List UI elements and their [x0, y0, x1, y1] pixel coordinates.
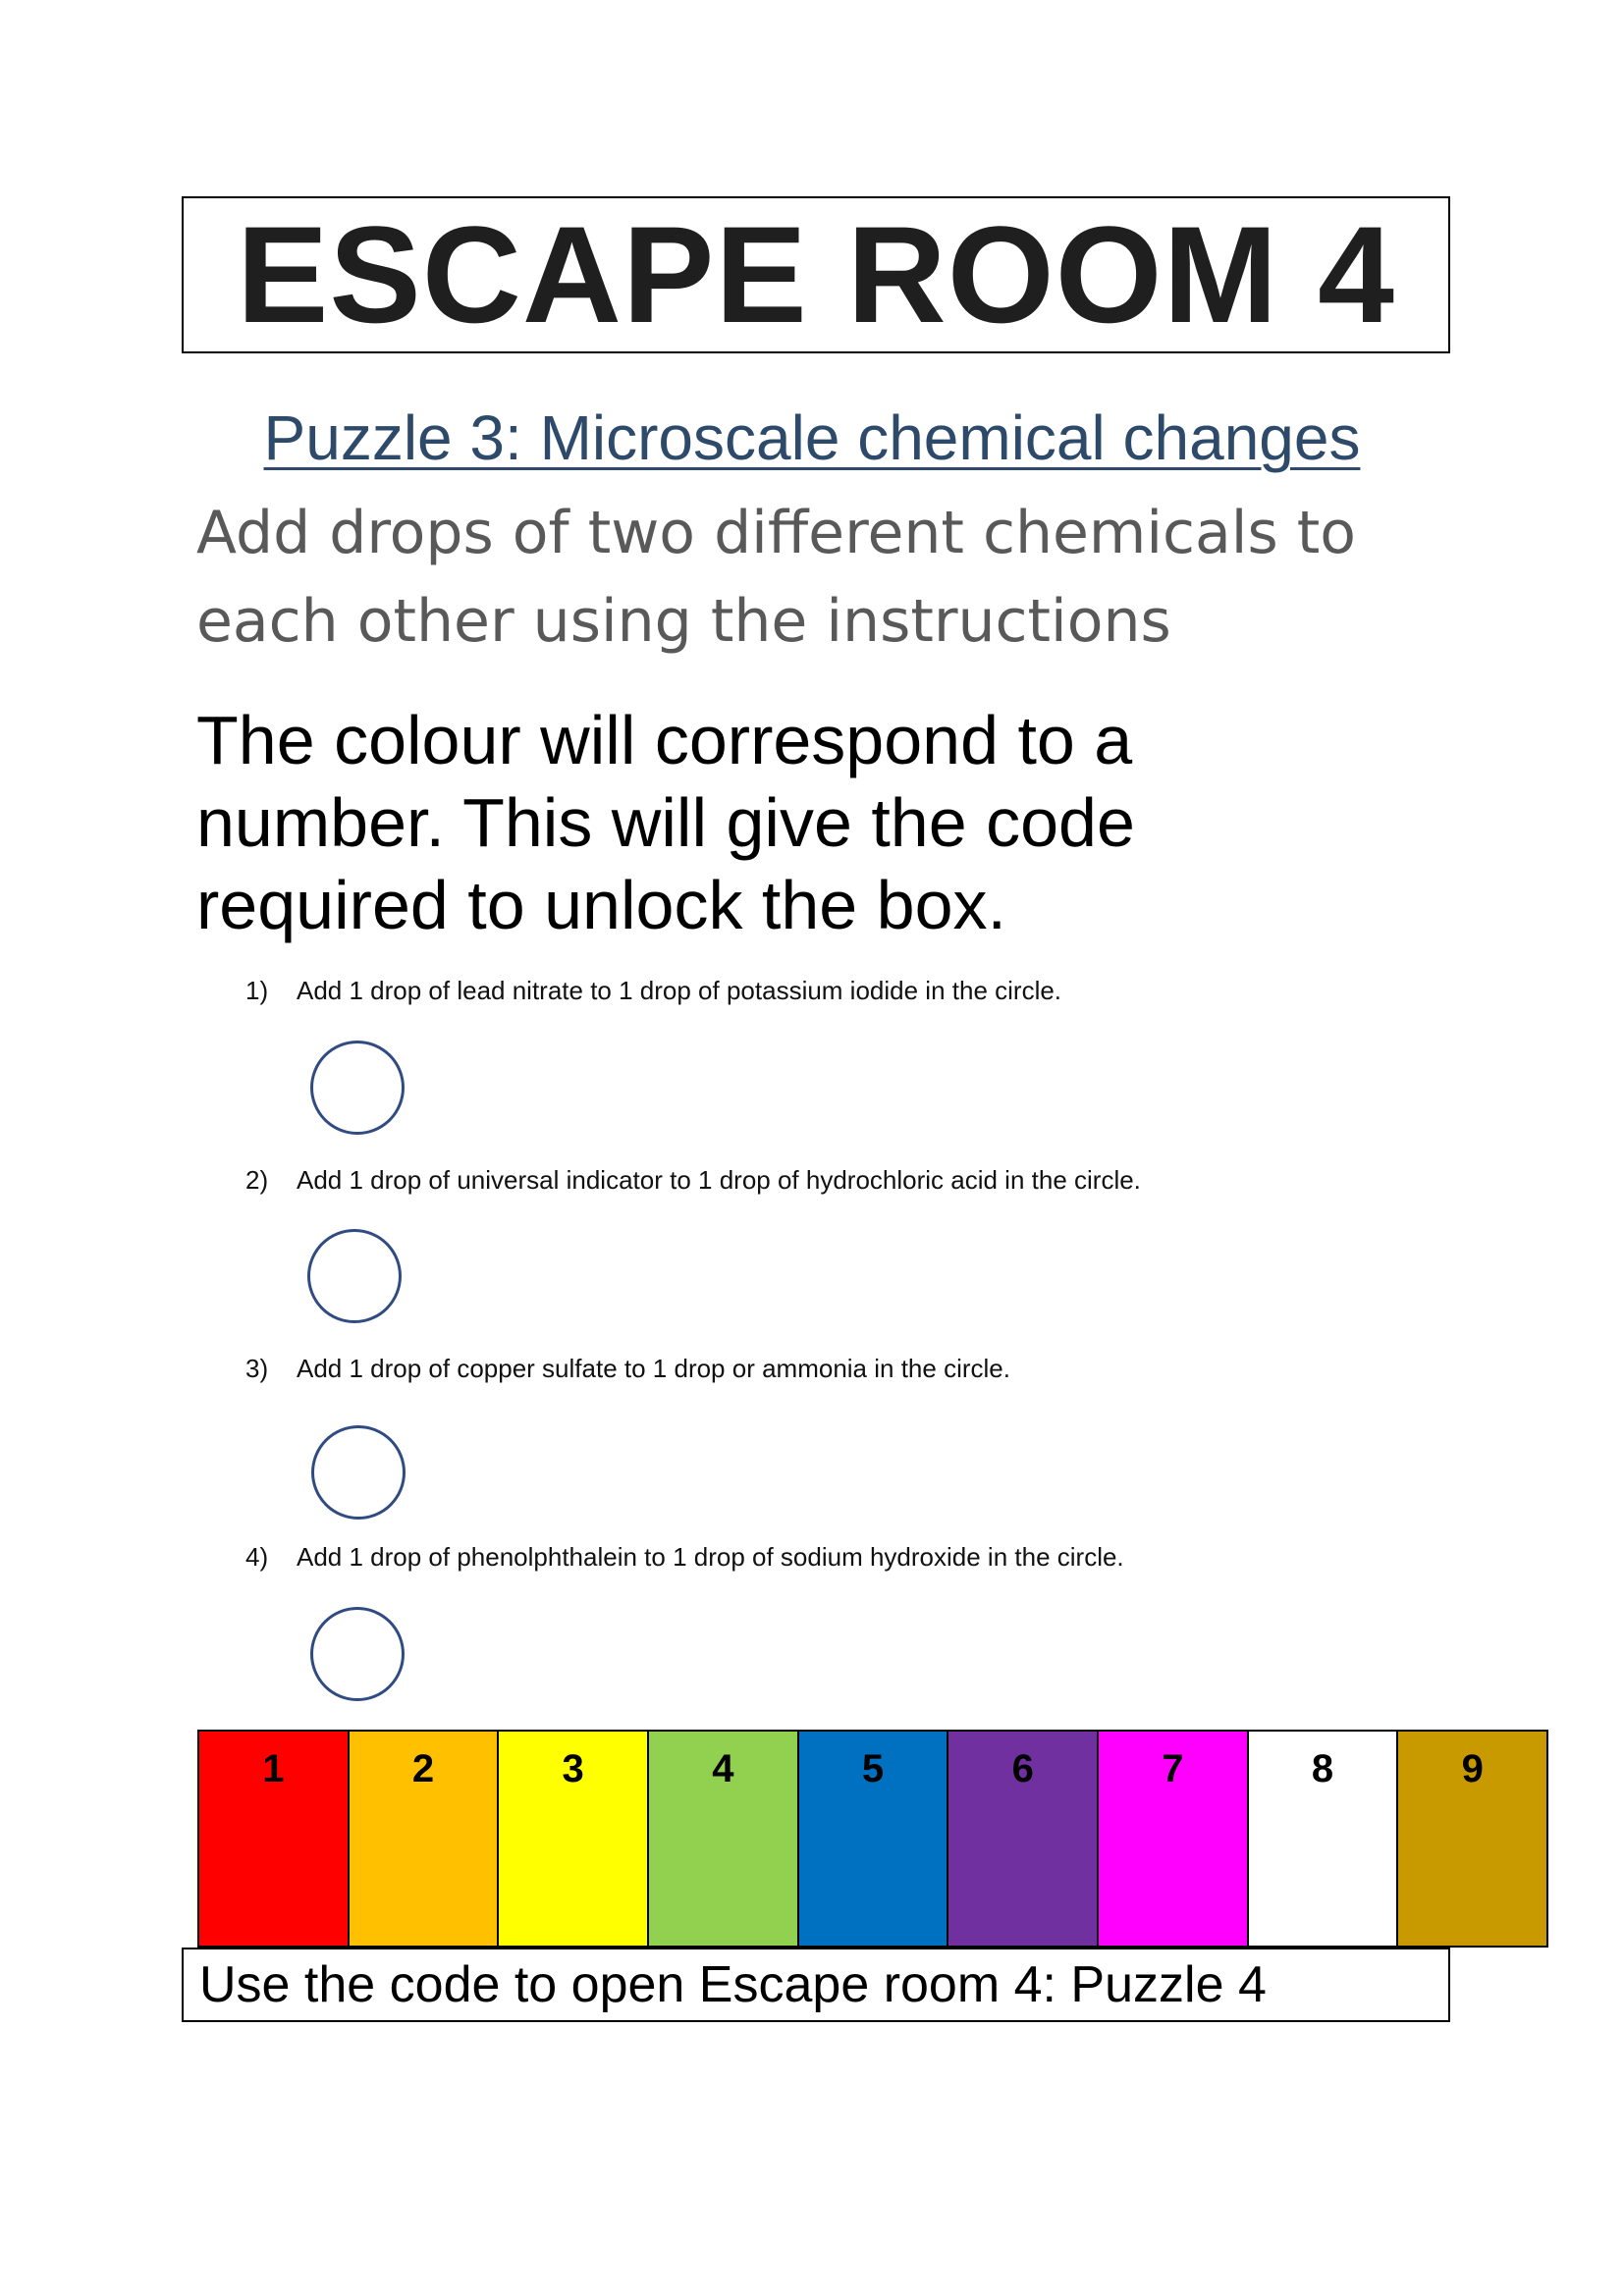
- step-number: 2): [245, 1165, 269, 1195]
- drop-circle-2: [307, 1229, 402, 1323]
- colour-swatch-4: 4: [649, 1732, 799, 1946]
- swatch-number: 4: [712, 1747, 734, 1790]
- drop-circle-1: [310, 1041, 405, 1135]
- footer-text: Use the code to open Escape room 4: Puzz…: [199, 1956, 1267, 2013]
- footer-instruction: Use the code to open Escape room 4: Puzz…: [182, 1948, 1450, 2022]
- subtitle-line-2: each other using the instructions: [196, 587, 1171, 656]
- explain-line-3: required to unlock the box.: [196, 867, 1006, 943]
- colour-swatch-7: 7: [1099, 1732, 1249, 1946]
- colour-swatch-2: 2: [349, 1732, 500, 1946]
- puzzle-heading: Puzzle 3: Microscale chemical changes: [263, 402, 1361, 473]
- drop-circle-3: [311, 1425, 406, 1520]
- step-text: Add 1 drop of phenolphthalein to 1 drop …: [297, 1542, 1124, 1572]
- page-title: ESCAPE ROOM 4: [237, 197, 1395, 351]
- explain-line-2: number. This will give the code: [196, 784, 1135, 861]
- explain-line-1: The colour will correspond to a: [196, 702, 1133, 778]
- step-text: Add 1 drop of lead nitrate to 1 drop of …: [297, 976, 1062, 1005]
- step-4: 4) Add 1 drop of phenolphthalein to 1 dro…: [245, 1544, 1124, 1570]
- colour-swatch-6: 6: [948, 1732, 1100, 1946]
- step-number: 1): [245, 976, 269, 1005]
- swatch-number: 2: [411, 1747, 435, 1790]
- title-box: ESCAPE ROOM 4: [182, 196, 1450, 353]
- step-1: 1) Add 1 drop of lead nitrate to 1 drop o…: [245, 978, 1061, 1003]
- step-2: 2) Add 1 drop of universal indicator to 1…: [245, 1167, 1141, 1193]
- colour-swatch-8: 8: [1248, 1732, 1399, 1946]
- colour-swatch-3: 3: [499, 1732, 650, 1946]
- explanation-text: The colour will correspond to a number. …: [196, 699, 1276, 946]
- step-text: Add 1 drop of copper sulfate to 1 drop o…: [297, 1354, 1010, 1383]
- swatch-number: 8: [1311, 1747, 1334, 1790]
- swatch-number: 7: [1162, 1747, 1184, 1790]
- swatch-number: 3: [562, 1747, 584, 1790]
- step-text: Add 1 drop of universal indicator to 1 d…: [297, 1165, 1141, 1195]
- swatch-number: 9: [1461, 1747, 1484, 1790]
- step-3: 3) Add 1 drop of copper sulfate to 1 drop…: [245, 1356, 1010, 1381]
- swatch-number: 5: [861, 1747, 885, 1790]
- colour-key-table: 1 2 3 4 5 6 7 8 9: [197, 1730, 1548, 1948]
- swatch-number: 1: [262, 1747, 285, 1790]
- swatch-number: 6: [1011, 1747, 1034, 1790]
- step-number: 3): [245, 1354, 269, 1383]
- colour-swatch-9: 9: [1398, 1732, 1547, 1946]
- subtitle-line-1: Add drops of two different chemicals to: [196, 499, 1357, 567]
- drop-circle-4: [310, 1607, 405, 1701]
- colour-swatch-1: 1: [199, 1732, 350, 1946]
- instructions-subtitle: Add drops of two different chemicals to …: [196, 489, 1473, 666]
- step-number: 4): [245, 1542, 269, 1572]
- colour-swatch-5: 5: [798, 1732, 949, 1946]
